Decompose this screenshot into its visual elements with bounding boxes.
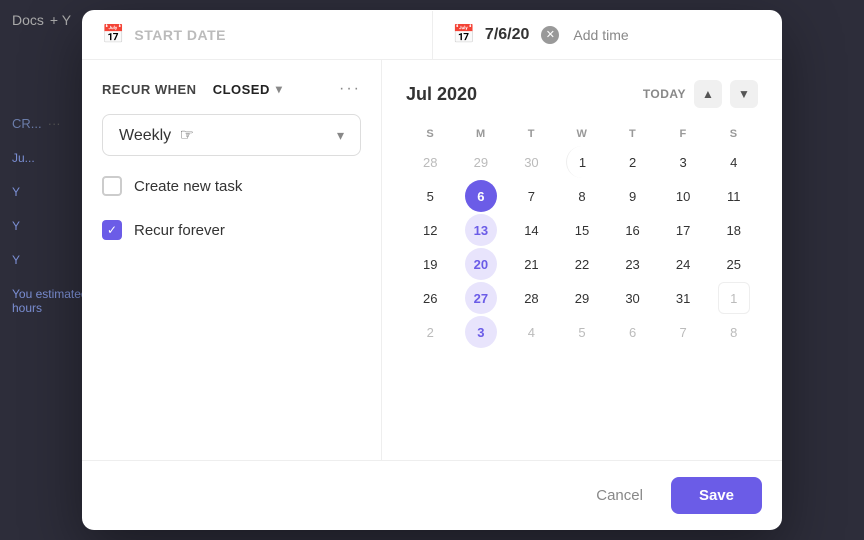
cal-day-21[interactable]: 21 (515, 248, 547, 280)
cal-day-4-next[interactable]: 4 (515, 316, 547, 348)
due-date-value: 7/6/20 (485, 26, 529, 44)
prev-month-button[interactable]: ▲ (694, 80, 722, 108)
cal-day-8[interactable]: 8 (566, 180, 598, 212)
cal-day-1-next[interactable]: 1 (718, 282, 750, 314)
frequency-select[interactable]: Weekly ☞ ▾ (102, 114, 361, 156)
cal-day-15[interactable]: 15 (566, 214, 598, 246)
cal-day-13[interactable]: 13 (465, 214, 497, 246)
calendar-month-year: Jul 2020 (406, 84, 477, 105)
modal-header: DUE DATE 📅 START DATE 📅 7/6/20 ✕ Add tim… (82, 10, 782, 60)
cal-day-18[interactable]: 18 (718, 214, 750, 246)
recur-chevron-icon[interactable]: ▾ (276, 82, 283, 96)
recur-header: RECUR WHEN CLOSED ▾ ··· (102, 80, 361, 98)
day-header-thu: T (608, 124, 657, 144)
start-date-placeholder: START DATE (134, 27, 226, 43)
cal-day-3[interactable]: 3 (667, 146, 699, 178)
cal-day-11[interactable]: 11 (718, 180, 750, 212)
modal-body: RECUR WHEN CLOSED ▾ ··· Weekly ☞ ▾ (82, 60, 782, 460)
cal-day-2[interactable]: 2 (617, 146, 649, 178)
day-header-wed: W (558, 124, 607, 144)
cal-day-29-prev[interactable]: 29 (465, 146, 497, 178)
recur-forever-checkbox[interactable]: ✓ (102, 220, 122, 240)
day-header-tue: T (507, 124, 556, 144)
cal-day-30-prev[interactable]: 30 (515, 146, 547, 178)
left-panel: RECUR WHEN CLOSED ▾ ··· Weekly ☞ ▾ (82, 60, 382, 460)
day-header-sat: S (709, 124, 758, 144)
create-new-task-label: Create new task (134, 178, 242, 195)
day-header-sun: S (406, 124, 455, 144)
cal-day-27[interactable]: 27 (465, 282, 497, 314)
cal-day-29[interactable]: 29 (566, 282, 598, 314)
add-time-label[interactable]: Add time (573, 27, 628, 43)
start-date-button[interactable]: 📅 START DATE (82, 10, 433, 59)
cal-day-5-next[interactable]: 5 (566, 316, 598, 348)
cal-day-8-next[interactable]: 8 (718, 316, 750, 348)
cursor-icon: ☞ (180, 125, 194, 145)
cal-day-6-selected[interactable]: 6 (465, 180, 497, 212)
create-new-task-checkbox[interactable] (102, 176, 122, 196)
cal-day-7-next[interactable]: 7 (667, 316, 699, 348)
clear-due-date-button[interactable]: ✕ (541, 26, 559, 44)
create-new-task-option[interactable]: Create new task (102, 172, 361, 200)
modal: DUE DATE 📅 START DATE 📅 7/6/20 ✕ Add tim… (82, 10, 782, 530)
cal-day-19[interactable]: 19 (414, 248, 446, 280)
cal-day-14[interactable]: 14 (515, 214, 547, 246)
cal-day-17[interactable]: 17 (667, 214, 699, 246)
cal-day-31[interactable]: 31 (667, 282, 699, 314)
right-panel: Jul 2020 TODAY ▲ ▼ S M T W T F S (382, 60, 782, 460)
recur-closed-text: CLOSED (213, 82, 270, 97)
due-date-label: DUE DATE (397, 10, 467, 11)
cal-day-2-next[interactable]: 2 (414, 316, 446, 348)
due-date-button[interactable]: 📅 7/6/20 ✕ Add time (433, 10, 783, 59)
save-button[interactable]: Save (671, 477, 762, 514)
modal-overlay: DUE DATE 📅 START DATE 📅 7/6/20 ✕ Add tim… (0, 0, 864, 540)
cal-day-5[interactable]: 5 (414, 180, 446, 212)
frequency-chevron-icon: ▾ (337, 127, 344, 144)
cal-day-7[interactable]: 7 (515, 180, 547, 212)
cal-day-23[interactable]: 23 (617, 248, 649, 280)
recur-when-text: RECUR WHEN (102, 82, 197, 97)
cal-day-28-prev[interactable]: 28 (414, 146, 446, 178)
frequency-value: Weekly ☞ (119, 125, 194, 145)
cancel-button[interactable]: Cancel (580, 479, 659, 512)
cal-day-28[interactable]: 28 (515, 282, 547, 314)
cal-day-26[interactable]: 26 (414, 282, 446, 314)
modal-footer: Cancel Save (82, 460, 782, 530)
day-header-fri: F (659, 124, 708, 144)
calendar-controls: TODAY ▲ ▼ (643, 80, 758, 108)
cal-day-4[interactable]: 4 (718, 146, 750, 178)
next-month-button[interactable]: ▼ (730, 80, 758, 108)
calendar-header: Jul 2020 TODAY ▲ ▼ (406, 80, 758, 108)
cal-day-3-next[interactable]: 3 (465, 316, 497, 348)
calendar-grid: S M T W T F S 28 29 30 1 2 3 4 5 (406, 124, 758, 348)
recur-label: RECUR WHEN CLOSED ▾ (102, 82, 282, 97)
day-header-mon: M (457, 124, 506, 144)
cal-day-24[interactable]: 24 (667, 248, 699, 280)
cal-day-1[interactable]: 1 (566, 146, 598, 178)
recur-forever-option[interactable]: ✓ Recur forever (102, 216, 361, 244)
start-date-calendar-icon: 📅 (102, 24, 124, 45)
cal-day-30[interactable]: 30 (617, 282, 649, 314)
recur-forever-label: Recur forever (134, 222, 225, 239)
cal-day-10[interactable]: 10 (667, 180, 699, 212)
cal-day-25[interactable]: 25 (718, 248, 750, 280)
cal-day-9[interactable]: 9 (617, 180, 649, 212)
cal-day-12[interactable]: 12 (414, 214, 446, 246)
today-button[interactable]: TODAY (643, 87, 686, 101)
more-options-button[interactable]: ··· (339, 80, 361, 98)
cal-day-6-next[interactable]: 6 (617, 316, 649, 348)
cal-day-22[interactable]: 22 (566, 248, 598, 280)
due-date-calendar-icon: 📅 (453, 24, 475, 45)
cal-day-20[interactable]: 20 (465, 248, 497, 280)
cal-day-16[interactable]: 16 (617, 214, 649, 246)
